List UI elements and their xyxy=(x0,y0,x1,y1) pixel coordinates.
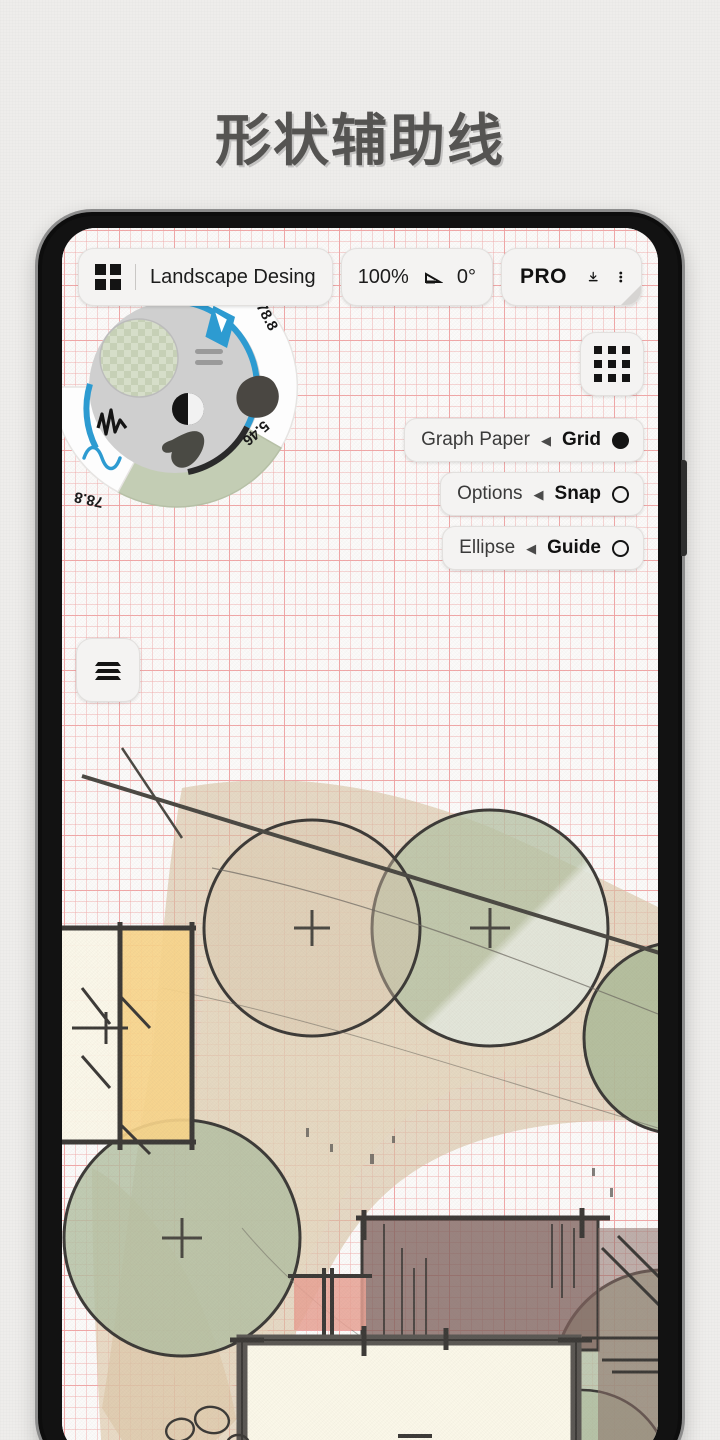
option-caret-2[interactable]: ◀ xyxy=(526,542,536,555)
option-caret-1[interactable]: ◀ xyxy=(534,488,544,501)
building-main-fill xyxy=(242,1340,576,1440)
phone-mockup: 78.8 5.46 78.8 Landscape Desing 100% 0° … xyxy=(38,212,687,1440)
grid-4-icon[interactable] xyxy=(95,264,121,290)
toolbar-divider xyxy=(135,264,136,290)
contrast-icon[interactable] xyxy=(172,393,204,425)
option-right-label-1: Snap xyxy=(554,483,601,504)
option-row-options-snap[interactable]: Options ◀ Snap xyxy=(440,472,644,516)
document-title: Landscape Desing xyxy=(150,265,316,288)
option-left-label-2: Ellipse xyxy=(459,537,516,558)
deck-brown-right xyxy=(598,1228,658,1440)
document-chip[interactable]: Landscape Desing xyxy=(78,248,333,306)
zoom-level-value: 100% xyxy=(357,265,409,288)
page-title: 形状辅助线 xyxy=(215,109,505,172)
option-right-label-0: Grid xyxy=(561,429,601,450)
option-row-ellipse-guide[interactable]: Ellipse ◀ Guide xyxy=(442,526,644,570)
option-caret-0[interactable]: ◀ xyxy=(541,434,551,447)
phone-side-button[interactable] xyxy=(681,460,687,556)
zoom-angle-chip[interactable]: 100% 0° xyxy=(340,248,493,306)
option-bullet-2[interactable] xyxy=(612,539,629,557)
pro-button[interactable]: PRO xyxy=(520,265,567,289)
phone-screen: 78.8 5.46 78.8 Landscape Desing 100% 0° … xyxy=(62,228,658,1440)
building-cream-left xyxy=(62,926,122,1142)
pro-chip: PRO xyxy=(500,248,642,306)
grid-9-dots-icon xyxy=(594,346,630,382)
yellow-patch xyxy=(120,928,192,1144)
option-right-label-2: Guide xyxy=(547,537,601,558)
wheel-label-2: 78.8 xyxy=(73,488,105,511)
more-vertical-icon[interactable] xyxy=(619,263,623,291)
grid-layout-button[interactable] xyxy=(580,332,644,396)
top-toolbar: Landscape Desing 100% 0° PRO xyxy=(78,248,642,306)
option-bullet-0[interactable] xyxy=(612,431,629,449)
layers-button[interactable] xyxy=(76,638,140,702)
option-bullet-1[interactable] xyxy=(612,485,629,503)
guide-options-stack: Graph Paper ◀ Grid Options ◀ Snap Ellips… xyxy=(404,418,644,570)
angle-icon xyxy=(424,272,443,284)
download-icon[interactable] xyxy=(587,263,599,291)
option-row-graph-paper[interactable]: Graph Paper ◀ Grid xyxy=(404,418,644,462)
layers-stack-icon xyxy=(95,662,121,680)
option-left-label-1: Options xyxy=(457,483,523,504)
angle-value: 0° xyxy=(456,265,476,288)
option-left-label-0: Graph Paper xyxy=(421,429,530,450)
